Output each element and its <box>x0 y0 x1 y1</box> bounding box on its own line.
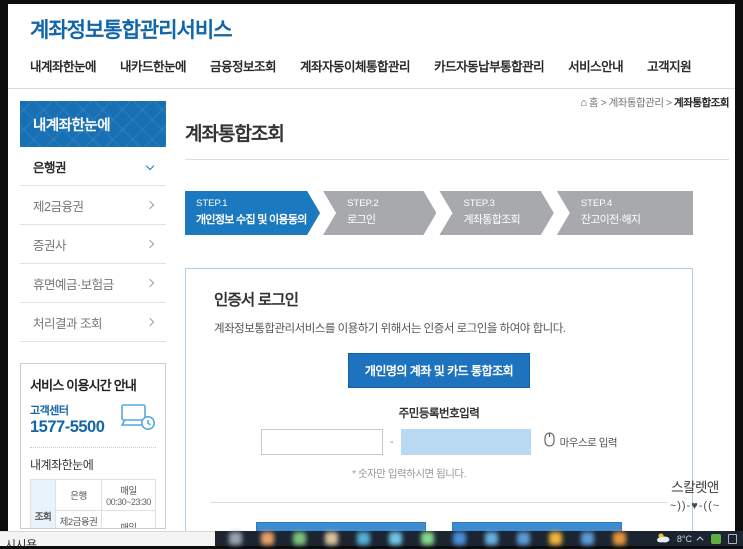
taskbar-app-icon[interactable] <box>293 532 306 545</box>
taskbar-app-icon[interactable] <box>453 532 466 545</box>
taskbar-app-icon[interactable] <box>229 532 242 545</box>
taskbar-app-icon[interactable] <box>325 532 338 545</box>
mouse-icon <box>544 432 555 452</box>
taskbar: 8°C <box>215 531 743 546</box>
rrn-front-input[interactable] <box>260 429 383 455</box>
sidebar-item-securities[interactable]: 증권사 <box>20 225 166 264</box>
hours-bank-cell: 은행 <box>55 479 102 511</box>
tray-gray-app-icon[interactable] <box>728 533 737 544</box>
nav-item-service-guide[interactable]: 서비스안내 <box>568 56 624 75</box>
financial-certificate-login-button[interactable]: 금융인증서 로그인 <box>452 522 622 531</box>
nav-item-auto-transfer[interactable]: 계좌자동이체통합관리 <box>300 56 411 75</box>
rrn-back-input[interactable] <box>400 429 531 455</box>
certificate-buttons: 공동인증서 로그인 금융인증서 로그인 <box>214 522 664 531</box>
site-logo[interactable]: 계좌정보통합관리서비스 <box>30 14 233 44</box>
nav-item-financial-info[interactable]: 금융정보조회 <box>210 56 277 75</box>
rrn-input-row: - 마우스로 입력 <box>214 429 664 455</box>
service-hours-box: 서비스 이용시간 안내 고객센터 1577-5500 내계좌한눈에 조회 은행 … <box>20 363 166 529</box>
sidebar-header: 내계좌한눈에 <box>20 101 166 147</box>
breadcrumb-level1[interactable]: 계좌통합관리 <box>609 97 664 109</box>
hours-section-label: 내계좌한눈에 <box>30 458 94 472</box>
certificate-login-box: 인증서 로그인 계좌정보통합관리서비스를 이용하기 위해서는 인증서 로그인을 … <box>185 268 693 531</box>
rrn-label: 주민등록번호입력 <box>398 408 480 420</box>
monitor-clock-icon <box>120 403 156 436</box>
hours-other-time-cell: 매일 09:00~22:00 <box>101 510 156 528</box>
bottom-bar: 시시용 8°C <box>0 531 743 546</box>
step-2: STEP.2 로그인 <box>323 191 436 235</box>
joint-certificate-login-button[interactable]: 공동인증서 로그인 <box>256 522 426 531</box>
taskbar-app-icon[interactable] <box>581 532 594 545</box>
chevron-right-icon <box>145 239 155 249</box>
sidebar-item-banks[interactable]: 은행권 <box>20 147 166 186</box>
step-indicator: STEP.1 개인정보 수집 및 이용동의 STEP.2 로그인 STEP.3 … <box>185 191 693 235</box>
login-description: 계좌정보통합관리서비스를 이용하기 위해서는 인증서 로그인을 하여야 합니다. <box>214 323 566 335</box>
watermark: 스칼렛앤 ~))-♥-((~ <box>652 476 735 512</box>
taskbar-app-icon[interactable] <box>549 532 562 545</box>
sidebar-item-secondary-financial[interactable]: 제2금융권 <box>20 186 166 225</box>
hours-secondary-cell: 제2금융권 <box>55 510 102 528</box>
rrn-dash: - <box>389 436 394 448</box>
nav-item-my-accounts[interactable]: 내계좌한눈에 <box>30 56 97 75</box>
system-tray: 8°C <box>656 531 737 546</box>
page-title: 계좌통합조회 <box>185 124 285 145</box>
step-1-active: STEP.1 개인정보 수집 및 이용동의 <box>185 191 320 235</box>
customer-center-phone: 1577-5500 <box>30 418 105 436</box>
breadcrumb: ⌂ 홈 > 계좌통합관리 > 계좌통합조회 <box>580 97 729 109</box>
chevron-right-icon <box>145 200 155 210</box>
breadcrumb-current: 계좌통합조회 <box>674 97 729 109</box>
step-3: STEP.3 계좌통합조회 <box>439 191 553 235</box>
status-text: 시시용 <box>5 538 37 546</box>
breadcrumb-home[interactable]: 홈 <box>589 97 599 109</box>
hours-bank-time-cell: 매일 00:30~23:30 <box>101 479 156 511</box>
watermark-name: 스칼렛앤 <box>671 480 719 495</box>
login-heading: 인증서 로그인 <box>214 292 299 309</box>
taskbar-app-icon[interactable] <box>421 532 434 545</box>
temperature-label[interactable]: 8°C <box>677 534 692 544</box>
taskbar-app-icon[interactable] <box>357 532 370 545</box>
step-4: STEP.4 잔고이전·해지 <box>556 191 693 235</box>
taskbar-app-icon[interactable] <box>517 532 530 545</box>
screen: 계좌정보통합관리서비스 내계좌한눈에 내카드한눈에 금융정보조회 계좌자동이체통… <box>0 0 743 549</box>
personal-inquiry-button[interactable]: 개인명의 계좌 및 카드 통합조회 <box>347 353 531 388</box>
main-nav: 내계좌한눈에 내카드한눈에 금융정보조회 계좌자동이체통합관리 카드자동납부통합… <box>30 56 692 75</box>
home-icon[interactable]: ⌂ <box>580 97 587 109</box>
taskbar-app-icon[interactable] <box>485 532 498 545</box>
nav-item-customer-support[interactable]: 고객지원 <box>647 56 692 75</box>
watermark-flourish-icon: ~))-♥-((~ <box>669 500 721 512</box>
nav-item-my-cards[interactable]: 내카드한눈에 <box>120 56 187 75</box>
tray-green-app-icon[interactable] <box>711 533 721 544</box>
chevron-right-icon <box>145 278 155 288</box>
mouse-input-toggle[interactable]: 마우스로 입력 <box>544 432 618 452</box>
sidebar-item-dormant-deposits[interactable]: 휴면예금·보험금 <box>20 264 166 303</box>
sidebar-item-results[interactable]: 처리결과 조회 <box>20 303 166 342</box>
nav-divider <box>8 88 735 89</box>
taskbar-app-icons <box>229 532 645 545</box>
chevron-right-icon <box>145 317 155 327</box>
main-content: ⌂ 홈 > 계좌통합관리 > 계좌통합조회 계좌통합조회 STEP.1 개인정보… <box>185 95 729 531</box>
service-hours-table: 조회 은행 매일 00:30~23:30 제2금융권 매일 09:00~22:0… <box>30 479 156 528</box>
weather-icon[interactable] <box>656 530 670 548</box>
service-hours-title: 서비스 이용시간 안내 <box>30 378 137 393</box>
chevron-down-icon <box>145 161 155 171</box>
hours-group-cell: 조회 <box>30 479 56 528</box>
customer-center-label: 고객센터 <box>30 405 69 417</box>
browser-viewport: 계좌정보통합관리서비스 내계좌한눈에 내카드한눈에 금융정보조회 계좌자동이체통… <box>8 4 735 531</box>
login-box-divider <box>210 502 668 503</box>
title-divider <box>185 159 729 160</box>
mouse-input-label: 마우스로 입력 <box>559 436 618 449</box>
dotted-divider <box>30 447 156 448</box>
browser-status-bar: 시시용 <box>0 531 215 546</box>
nav-item-auto-payment[interactable]: 카드자동납부통합관리 <box>434 56 545 75</box>
rrn-note: * 숫자만 입력하시면 됩니다. <box>351 468 467 480</box>
taskbar-app-icon[interactable] <box>261 532 274 545</box>
taskbar-app-icon[interactable] <box>613 532 626 545</box>
sidebar: 내계좌한눈에 은행권 제2금융권 증권사 휴면예금·보험금 처리결과 조회 서비… <box>20 101 166 529</box>
taskbar-app-icon[interactable] <box>389 532 402 545</box>
tray-expand-icon[interactable] <box>696 536 704 544</box>
